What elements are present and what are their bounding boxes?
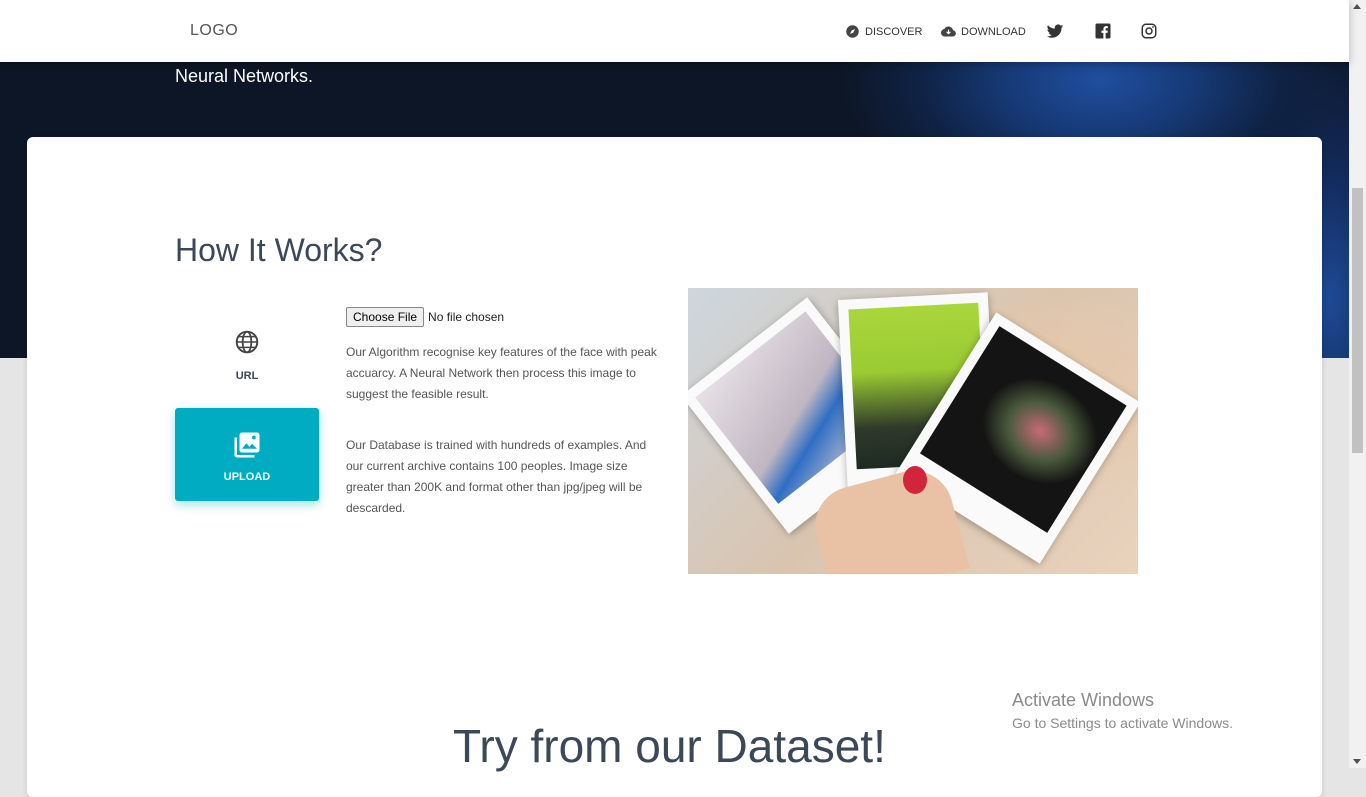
nav-download-label: DOWNLOAD	[961, 25, 1026, 38]
algorithm-description: Our Algorithm recognise key features of …	[346, 345, 657, 401]
compass-icon	[846, 25, 859, 38]
tab-upload[interactable]: UPLOAD	[175, 408, 319, 501]
file-input[interactable]: Choose File No file chosen	[346, 307, 504, 327]
watermark-line2: Go to Settings to activate Windows.	[1012, 715, 1233, 731]
watermark-line1: Activate Windows	[1012, 690, 1155, 710]
instagram-icon[interactable]	[1140, 22, 1158, 40]
scroll-up-arrow-icon[interactable]	[1353, 4, 1361, 9]
dataset-title: Try from our Dataset!	[453, 720, 886, 772]
tab-url-label: URL	[235, 370, 259, 382]
logo[interactable]: LOGO	[190, 22, 238, 40]
database-description: Our Database is trained with hundreds of…	[346, 438, 647, 515]
vertical-scrollbar[interactable]	[1349, 0, 1366, 768]
windows-activation-watermark: Activate Windows Go to Settings to activ…	[1012, 690, 1233, 731]
nav-download[interactable]: DOWNLOAD	[941, 24, 1026, 39]
facebook-icon[interactable]	[1094, 22, 1112, 40]
polaroid-photos-image	[688, 288, 1138, 574]
scroll-down-arrow-icon[interactable]	[1353, 759, 1361, 764]
hero-subtitle: Neural Networks.	[175, 66, 314, 86]
cloud-download-icon	[941, 26, 956, 37]
nav-discover[interactable]: DISCOVER	[845, 24, 922, 39]
nav-discover-label: DISCOVER	[865, 25, 923, 38]
how-it-works-title: How It Works?	[175, 232, 383, 268]
choose-file-button[interactable]: Choose File	[346, 307, 425, 327]
twitter-icon[interactable]	[1046, 22, 1064, 40]
file-status: No file chosen	[428, 310, 505, 324]
tab-upload-label: UPLOAD	[223, 471, 271, 483]
scroll-thumb[interactable]	[1352, 188, 1363, 453]
photo-library-icon	[234, 432, 260, 458]
tab-url[interactable]: URL	[175, 317, 319, 397]
painted-nail	[903, 466, 927, 494]
globe-icon	[235, 330, 259, 354]
navbar: LOGO DISCOVER DOWNLOAD	[0, 0, 1349, 62]
